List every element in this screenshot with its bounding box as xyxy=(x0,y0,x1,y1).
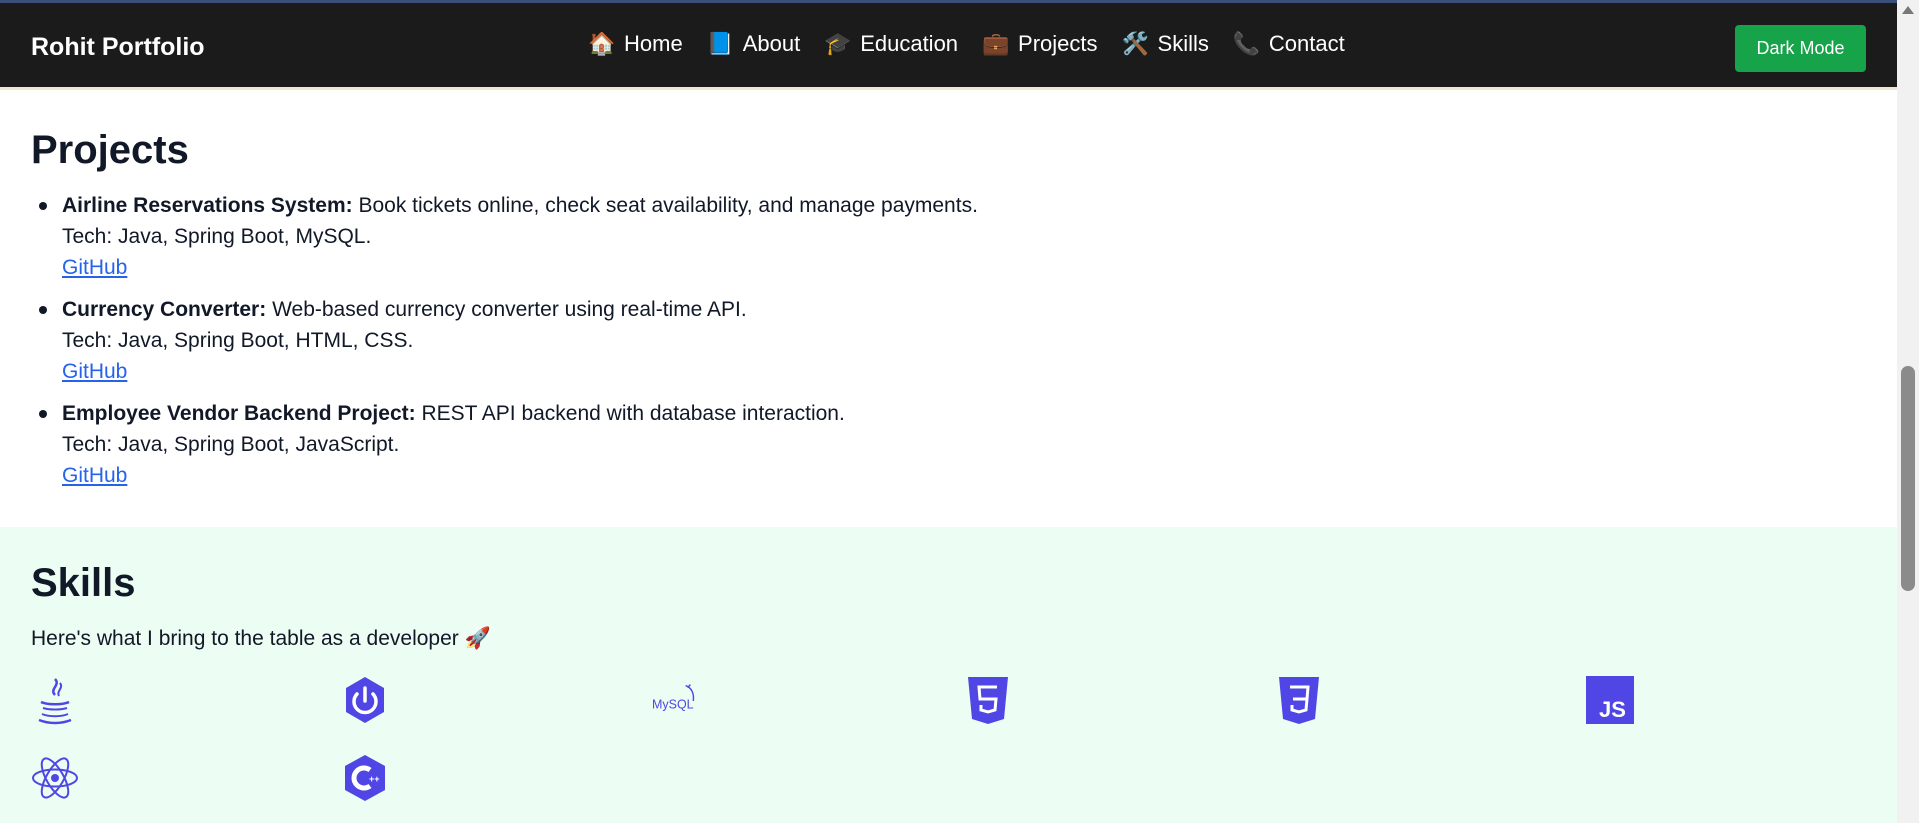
project-tech: Tech: Java, Spring Boot, HTML, CSS. xyxy=(62,329,414,352)
spring-icon xyxy=(340,675,390,725)
book-icon: 📘 xyxy=(706,31,735,56)
scrollbar-thumb[interactable] xyxy=(1901,366,1915,591)
nav-item-label: Education xyxy=(860,31,959,56)
scroll-up-arrow-icon[interactable] xyxy=(1902,6,1914,14)
svg-text:JS: JS xyxy=(1599,697,1626,722)
brand-logo[interactable]: Rohit Portfolio xyxy=(31,33,205,62)
nav-item-skills[interactable]: 🛠️ Skills xyxy=(1122,31,1209,57)
nav-item-label: About xyxy=(742,31,801,56)
cplusplus-icon: ++ xyxy=(340,753,390,803)
nav-item-label: Contact xyxy=(1268,31,1345,56)
javascript-icon: JS xyxy=(1585,675,1635,725)
mysql-icon: MySQL xyxy=(651,675,701,725)
html5-icon xyxy=(963,675,1013,725)
briefcase-icon: 💼 xyxy=(982,31,1010,56)
nav-item-label: Skills xyxy=(1157,31,1209,56)
css3-icon xyxy=(1274,675,1324,725)
nav-item-home[interactable]: 🏠 Home xyxy=(588,31,683,57)
nav-links: 🏠 Home 📘 About 🎓 Education 💼 Projects 🛠️… xyxy=(588,31,1369,57)
project-desc: Book tickets online, check seat availabi… xyxy=(352,194,978,217)
nav-item-projects[interactable]: 💼 Projects xyxy=(982,31,1097,57)
project-item: Currency Converter: Web-based currency c… xyxy=(31,294,978,387)
svg-text:++: ++ xyxy=(369,774,380,784)
navbar: Rohit Portfolio 🏠 Home 📘 About 🎓 Educati… xyxy=(0,0,1897,90)
project-tech: Tech: Java, Spring Boot, JavaScript. xyxy=(62,433,400,456)
projects-list: Airline Reservations System: Book ticket… xyxy=(31,190,978,502)
github-link[interactable]: GitHub xyxy=(62,464,127,487)
tools-icon: 🛠️ xyxy=(1121,31,1149,56)
dark-mode-button[interactable]: Dark Mode xyxy=(1735,25,1866,72)
project-item: Airline Reservations System: Book ticket… xyxy=(31,190,978,283)
nav-item-education[interactable]: 🎓 Education xyxy=(824,31,958,57)
project-tech: Tech: Java, Spring Boot, MySQL. xyxy=(62,225,372,248)
svg-text:MySQL: MySQL xyxy=(652,698,694,712)
project-name: Currency Converter: xyxy=(62,298,267,321)
nav-item-contact[interactable]: 📞 Contact xyxy=(1233,31,1345,57)
java-icon xyxy=(30,675,80,725)
react-icon xyxy=(30,753,80,803)
project-item: Employee Vendor Backend Project: REST AP… xyxy=(31,398,978,491)
nav-item-label: Home xyxy=(624,31,683,56)
projects-section: Projects Airline Reservations System: Bo… xyxy=(0,90,1897,527)
skills-subtitle: Here's what I bring to the table as a de… xyxy=(31,627,491,650)
skills-title: Skills xyxy=(31,561,136,605)
nav-item-label: Projects xyxy=(1018,31,1098,56)
github-link[interactable]: GitHub xyxy=(62,360,127,383)
phone-icon: 📞 xyxy=(1232,31,1261,56)
github-link[interactable]: GitHub xyxy=(62,256,127,279)
projects-title: Projects xyxy=(31,128,189,172)
graduation-cap-icon: 🎓 xyxy=(824,31,852,56)
skills-section: Skills Here's what I bring to the table … xyxy=(0,527,1897,823)
house-icon: 🏠 xyxy=(588,31,616,56)
project-desc: REST API backend with database interacti… xyxy=(415,402,845,425)
project-name: Employee Vendor Backend Project: xyxy=(62,402,416,425)
project-desc: Web-based currency converter using real-… xyxy=(266,298,747,321)
project-name: Airline Reservations System: xyxy=(62,194,353,217)
page-scrollbar[interactable] xyxy=(1897,0,1919,823)
nav-item-about[interactable]: 📘 About xyxy=(707,31,801,57)
